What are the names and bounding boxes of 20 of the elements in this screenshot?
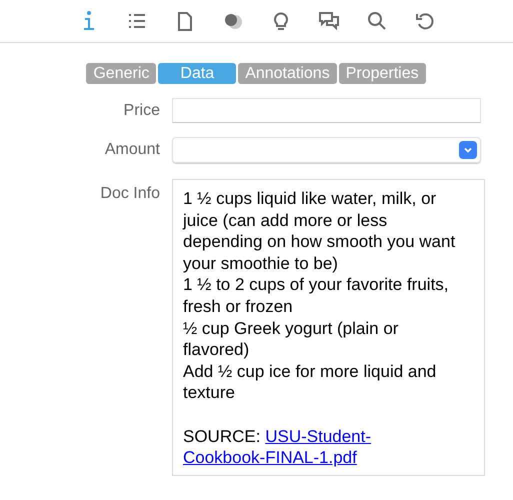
- file-link[interactable]: Cookbook-FINAL-1.pdf: [183, 448, 357, 468]
- tab[interactable]: Properties: [338, 63, 426, 84]
- tab[interactable]: Generic: [86, 63, 156, 84]
- file-link[interactable]: USU-Student-: [265, 426, 372, 446]
- input-field[interactable]: [172, 98, 481, 123]
- chat-icon: [318, 10, 340, 32]
- paragraph: ½ cup Greek yogurt (plain or flavored): [183, 318, 400, 361]
- paragraph: 1 ½ to 2 cups of your favorite fruits, fresh or frozen: [183, 274, 450, 318]
- field-label: Price: [122, 102, 160, 120]
- dropdown-field[interactable]: [172, 137, 481, 163]
- field-label: Amount: [104, 141, 160, 159]
- field-label: Doc Info: [99, 184, 160, 203]
- chevron-icon: [459, 141, 477, 159]
- text-area[interactable]: [172, 179, 485, 476]
- paragraph: 1 ½ cups liquid like water, milk, or juice (can add more or less depending on how smooth you want your smoothie to be): [183, 188, 456, 274]
- tab[interactable]: Annotations: [238, 63, 337, 84]
- source-label: SOURCE:: [183, 426, 260, 446]
- tab[interactable]: Data: [158, 63, 236, 84]
- paragraph: Add ½ cup ice for more liquid and texture: [183, 360, 438, 404]
- search-icon: [366, 10, 388, 32]
